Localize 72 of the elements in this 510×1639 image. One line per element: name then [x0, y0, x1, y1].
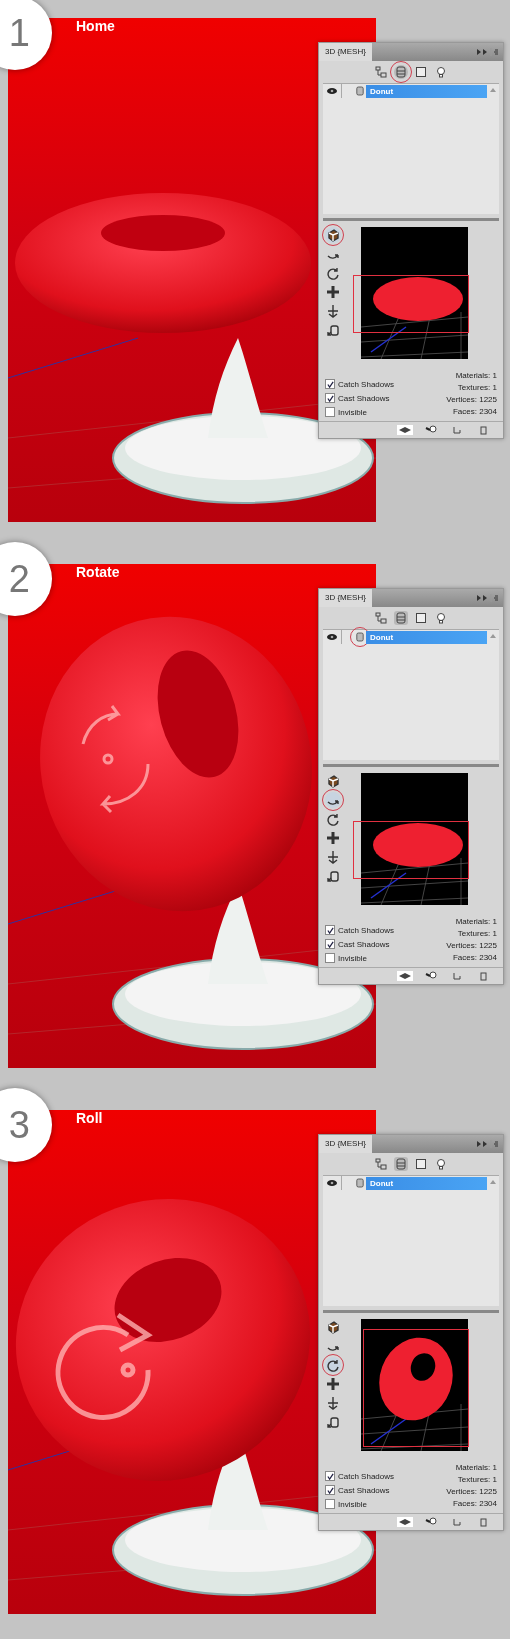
mesh-stat: Materials: 1 — [455, 917, 497, 926]
slide-arrows-icon[interactable] — [325, 1395, 341, 1411]
layers-icon[interactable] — [397, 1517, 413, 1527]
mesh-stat: Faces: 2304 — [452, 1499, 497, 1508]
material-icon[interactable] — [414, 65, 428, 79]
checkbox-label: Invisible — [338, 953, 367, 963]
checkbox[interactable] — [325, 393, 335, 403]
mesh-stat: Textures: 1 — [457, 929, 497, 938]
circular-arrow-icon[interactable] — [325, 811, 341, 827]
mesh-stat: Vertices: 1225 — [446, 941, 497, 950]
light-bulb-icon[interactable] — [434, 65, 448, 79]
mesh-stat: Faces: 2304 — [452, 407, 497, 416]
cube-icon[interactable] — [325, 1319, 341, 1335]
circular-arrow-icon[interactable] — [325, 1357, 341, 1373]
panel-tab[interactable]: 3D {MESH} — [319, 589, 372, 607]
checkbox[interactable] — [325, 953, 335, 963]
mesh-stat: Textures: 1 — [457, 1475, 497, 1484]
checkbox-label: Invisible — [338, 407, 367, 417]
layers-icon[interactable] — [397, 971, 413, 981]
scale-icon[interactable] — [325, 1414, 341, 1430]
checkbox[interactable] — [325, 407, 335, 417]
cross-arrows-icon[interactable] — [325, 284, 341, 300]
checkbox-label: Catch Shadows — [338, 1471, 395, 1481]
mesh-stat: Faces: 2304 — [452, 953, 497, 962]
cube-icon[interactable] — [325, 227, 341, 243]
layers-icon[interactable] — [397, 425, 413, 435]
checkbox[interactable] — [325, 939, 335, 949]
slide-arrows-icon[interactable] — [325, 849, 341, 865]
step-title: Rotate — [76, 564, 120, 580]
checkbox[interactable] — [325, 1499, 335, 1509]
mesh-icon[interactable] — [394, 611, 408, 625]
panel-tab[interactable]: 3D {MESH} — [319, 1135, 372, 1153]
cross-arrows-icon[interactable] — [325, 830, 341, 846]
panel-tab[interactable]: 3D {MESH} — [319, 43, 372, 61]
material-icon[interactable] — [414, 611, 428, 625]
checkbox-label: Catch Shadows — [338, 925, 395, 935]
checkbox-label: Invisible — [338, 1499, 367, 1509]
mesh-stat: Materials: 1 — [455, 1463, 497, 1472]
mesh-stat: Vertices: 1225 — [446, 1487, 497, 1496]
mesh-icon[interactable] — [394, 1157, 408, 1171]
step-title: Home — [76, 18, 115, 34]
scale-icon[interactable] — [325, 868, 341, 884]
step-title: Roll — [76, 1110, 103, 1126]
step-number: 1 — [0, 0, 52, 70]
light-bulb-icon[interactable] — [434, 1157, 448, 1171]
mesh-stat: Materials: 1 — [455, 371, 497, 380]
mesh-icon[interactable] — [394, 65, 408, 79]
light-bulb-icon[interactable] — [423, 971, 439, 981]
checkbox-label: Cast Shadows — [338, 1485, 390, 1495]
cube-icon[interactable] — [325, 773, 341, 789]
checkbox-label: Cast Shadows — [338, 393, 390, 403]
light-bulb-icon[interactable] — [423, 1517, 439, 1527]
step-number: 2 — [0, 542, 52, 616]
step-number: 3 — [0, 1088, 52, 1162]
scene-tree-icon[interactable] — [374, 611, 388, 625]
mesh-stat: Vertices: 1225 — [446, 395, 497, 404]
material-icon[interactable] — [414, 1157, 428, 1171]
cross-arrows-icon[interactable] — [325, 1376, 341, 1392]
light-bulb-icon[interactable] — [423, 425, 439, 435]
circular-arrow-icon[interactable] — [325, 265, 341, 281]
checkbox-label: Catch Shadows — [338, 379, 395, 389]
checkbox[interactable] — [325, 1485, 335, 1495]
slide-arrows-icon[interactable] — [325, 303, 341, 319]
checkbox-label: Cast Shadows — [338, 939, 390, 949]
light-bulb-icon[interactable] — [434, 611, 448, 625]
mesh-stat: Textures: 1 — [457, 383, 497, 392]
scene-tree-icon[interactable] — [374, 65, 388, 79]
scene-tree-icon[interactable] — [374, 1157, 388, 1171]
scale-icon[interactable] — [325, 322, 341, 338]
checkbox[interactable] — [325, 1471, 335, 1481]
checkbox[interactable] — [325, 925, 335, 935]
checkbox[interactable] — [325, 379, 335, 389]
